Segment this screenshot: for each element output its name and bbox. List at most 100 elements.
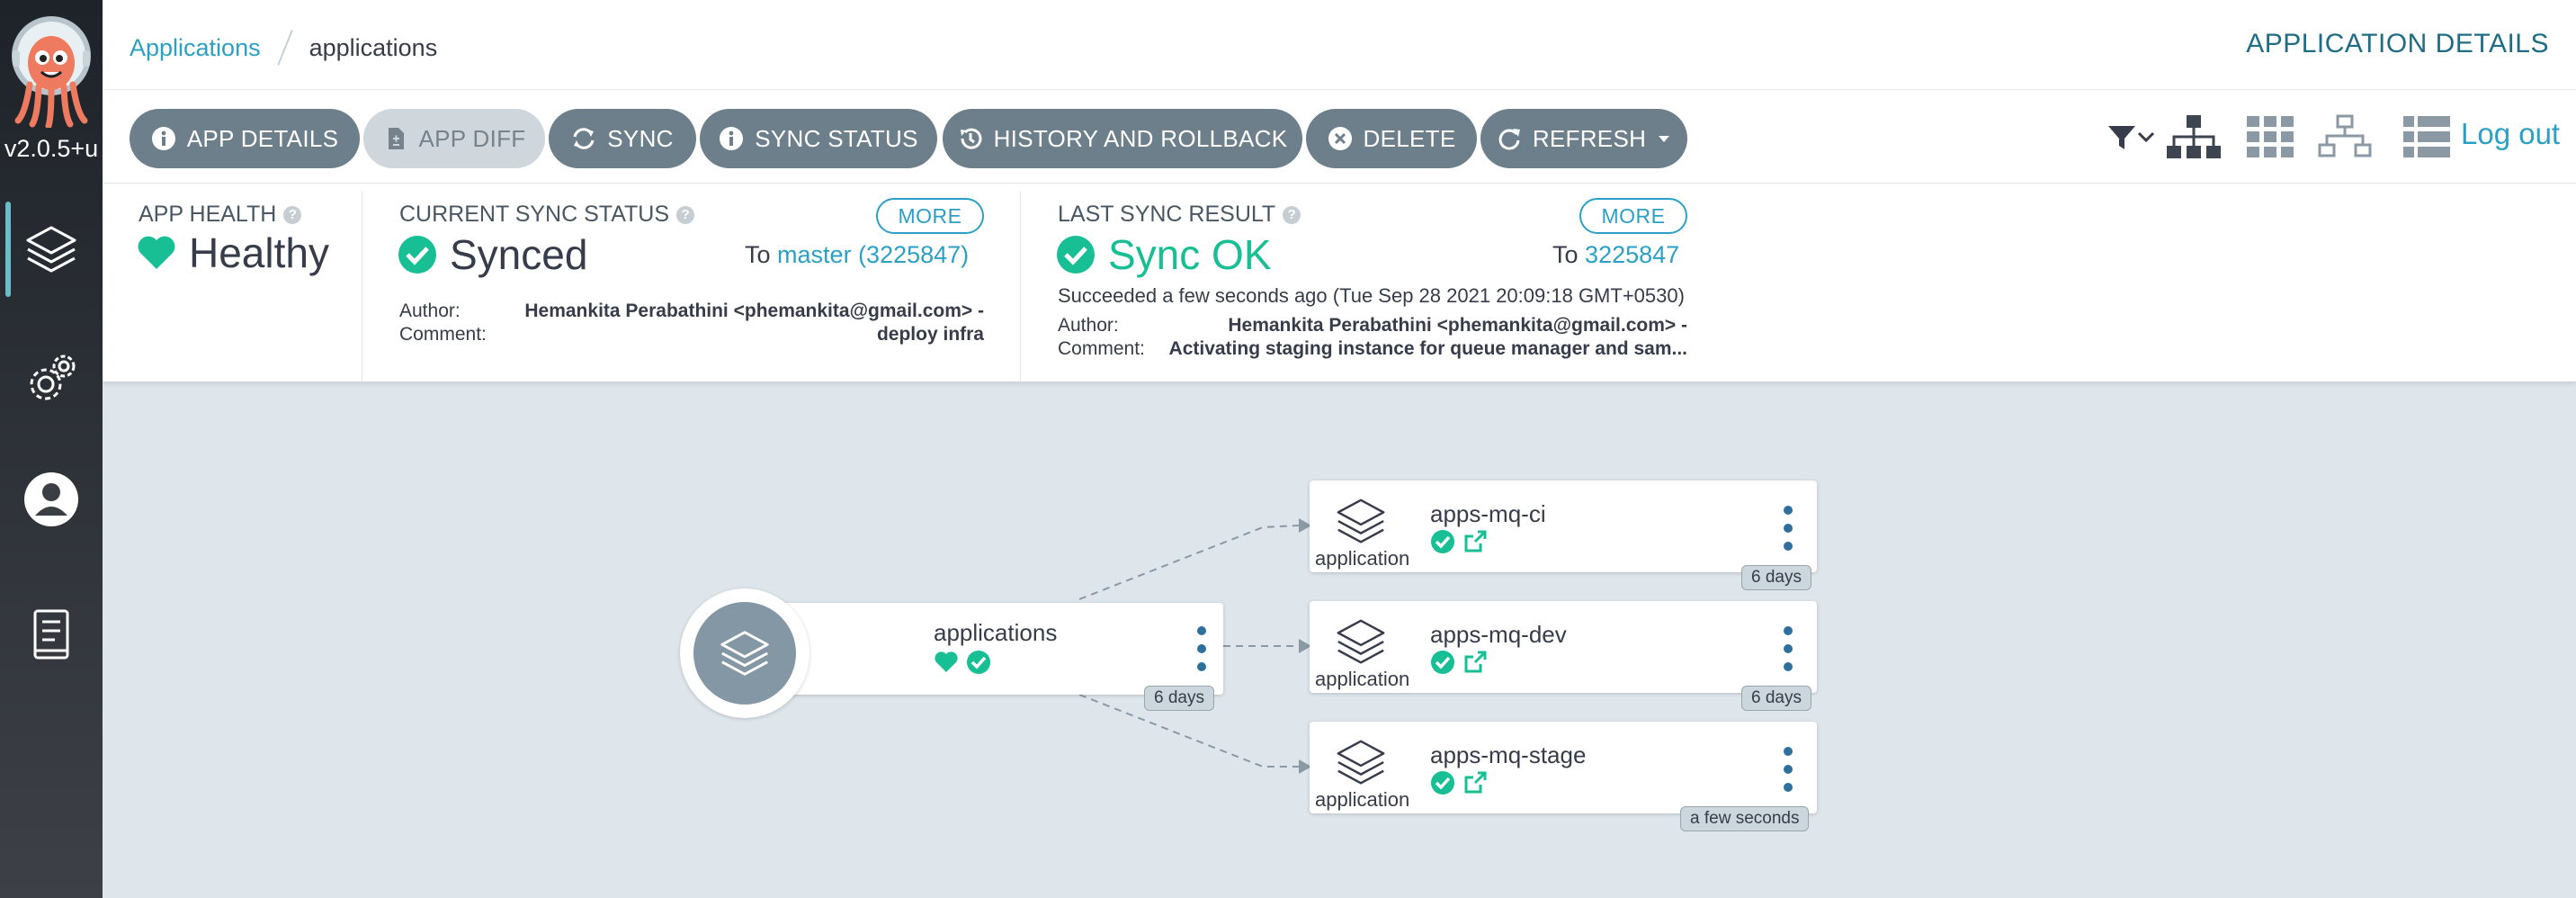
pods-view-button[interactable] xyxy=(2243,110,2297,164)
health-status-text: Healthy xyxy=(189,229,329,276)
sync-ok-text: Sync OK xyxy=(1108,231,1272,278)
app-diff-label: APP DIFF xyxy=(418,124,526,152)
last-sync-revision-link[interactable]: 3225847 xyxy=(1585,241,1679,268)
info-icon xyxy=(151,127,175,150)
to-prefix: To xyxy=(745,241,771,268)
argo-logo[interactable] xyxy=(7,14,95,130)
sidebar-item-docs[interactable] xyxy=(0,585,103,684)
check-circle-icon xyxy=(1431,651,1454,674)
check-circle-icon xyxy=(398,236,436,274)
toolbar: APP DETAILS APP DIFF SYNC SYNC STATUS HI… xyxy=(103,90,2576,184)
sync-status-heading-label: CURRENT SYNC STATUS xyxy=(399,202,670,227)
child-app-menu-button[interactable] xyxy=(1777,506,1799,551)
redo-icon xyxy=(1498,129,1520,150)
child-app-status-icons xyxy=(1430,650,1488,675)
sync-label: SYNC xyxy=(607,124,674,152)
sync-button[interactable]: SYNC xyxy=(549,109,696,168)
layers-icon xyxy=(1337,619,1385,664)
breadcrumb-applications-link[interactable]: Applications xyxy=(130,34,261,62)
child-app-status-icons xyxy=(1430,770,1488,795)
layers-icon xyxy=(720,631,769,676)
refresh-label: REFRESH xyxy=(1532,124,1647,152)
help-icon[interactable]: ? xyxy=(1283,205,1301,224)
top-header: Applications applications APPLICATION DE… xyxy=(103,0,2576,90)
delete-button[interactable]: DELETE xyxy=(1306,109,1477,168)
sidebar: v2.0.5+u xyxy=(0,0,103,898)
sync-more-button[interactable]: MORE xyxy=(876,198,984,234)
sidebar-item-applications[interactable] xyxy=(0,200,103,299)
sync-icon xyxy=(573,128,595,149)
root-app-node[interactable]: applications xyxy=(745,603,1223,695)
layers-icon xyxy=(1337,740,1385,785)
root-app-menu-button[interactable] xyxy=(1191,626,1212,671)
history-label: HISTORY AND ROLLBACK xyxy=(993,124,1288,152)
synced-text: Synced xyxy=(450,231,588,278)
comment-label: Comment: xyxy=(399,324,487,345)
child-app-kind: application xyxy=(1315,668,1410,690)
child-app-status-icons xyxy=(1430,529,1488,554)
child-app-name: apps-mq-ci xyxy=(1430,500,1546,527)
last-sync-succeeded: Succeeded a few seconds ago (Tue Sep 28 … xyxy=(1058,284,1685,307)
child-app-age-badge: 6 days xyxy=(1741,565,1811,590)
network-view-button[interactable] xyxy=(2315,110,2375,164)
child-app-age-badge: 6 days xyxy=(1741,686,1811,711)
logout-link[interactable]: Log out xyxy=(2461,117,2560,151)
filter-dropdown[interactable] xyxy=(2105,110,2159,164)
help-icon[interactable]: ? xyxy=(676,205,695,224)
history-rollback-button[interactable]: HISTORY AND ROLLBACK xyxy=(943,109,1302,168)
status-panel: APP HEALTH ? Healthy CURRENT SYNC STATUS… xyxy=(103,184,2576,382)
to-prefix: To xyxy=(1552,241,1579,268)
child-app-menu-button[interactable] xyxy=(1777,626,1799,671)
child-app-name: apps-mq-dev xyxy=(1430,621,1567,648)
app-details-label: APP DETAILS xyxy=(186,124,339,152)
refresh-button[interactable]: REFRESH xyxy=(1480,109,1687,168)
delete-label: DELETE xyxy=(1363,124,1456,152)
times-circle-icon xyxy=(1328,127,1352,150)
sidebar-item-settings[interactable] xyxy=(0,329,103,428)
layers-icon xyxy=(1337,498,1385,543)
sync-target-revision-link[interactable]: master (3225847) xyxy=(777,241,969,268)
child-app-node[interactable]: application apps-mq-ci xyxy=(1310,480,1817,572)
resource-tree-graph: applications 6 days application apps-mq-… xyxy=(103,382,2576,898)
author-value: Hemankita Perabathini <phemankita@gmail.… xyxy=(524,301,984,321)
external-link-icon[interactable] xyxy=(1462,650,1488,675)
list-icon xyxy=(2403,116,2450,157)
sync-status-button[interactable]: SYNC STATUS xyxy=(700,109,937,168)
grid-icon xyxy=(2247,116,2294,157)
child-app-age-badge: a few seconds xyxy=(1680,806,1810,831)
root-app-icon xyxy=(680,588,809,718)
child-app-node[interactable]: application apps-mq-stage xyxy=(1310,722,1817,813)
app-health-label: APP HEALTH xyxy=(139,202,277,227)
list-view-button[interactable] xyxy=(2400,110,2454,164)
app-diff-button[interactable]: APP DIFF xyxy=(363,109,545,168)
root-app-name: applications xyxy=(934,619,1058,646)
last-sync-heading-label: LAST SYNC RESULT xyxy=(1058,202,1276,227)
heart-icon xyxy=(138,236,175,269)
check-circle-icon xyxy=(1431,530,1454,553)
app-details-button[interactable]: APP DETAILS xyxy=(130,109,360,168)
sidebar-item-user[interactable] xyxy=(0,450,103,549)
help-icon[interactable]: ? xyxy=(283,205,302,224)
history-icon xyxy=(960,128,982,149)
gears-icon xyxy=(30,355,76,400)
external-link-icon[interactable] xyxy=(1462,770,1488,795)
app-health-heading: APP HEALTH ? xyxy=(139,202,302,228)
sync-status-value: Synced xyxy=(398,230,587,279)
author-label: Author: xyxy=(399,301,461,321)
child-app-node[interactable]: application apps-mq-dev xyxy=(1310,601,1817,693)
root-app-status-icons xyxy=(934,650,991,675)
last-sync-more-button[interactable]: MORE xyxy=(1579,198,1687,234)
sync-target: To master (3225847) xyxy=(745,241,969,269)
root-app-age-badge: 6 days xyxy=(1144,686,1214,711)
app-health-value: Healthy xyxy=(137,229,329,277)
tree-view-button[interactable] xyxy=(2162,110,2225,164)
version-label: v2.0.5+u xyxy=(4,135,99,162)
check-circle-icon xyxy=(1431,771,1454,795)
last-sync-heading: LAST SYNC RESULT ? xyxy=(1058,202,1301,228)
child-app-menu-button[interactable] xyxy=(1777,747,1799,792)
breadcrumb-separator xyxy=(276,30,293,66)
child-app-kind: application xyxy=(1315,788,1410,811)
last-comment-value: Activating staging instance for queue ma… xyxy=(1168,338,1687,359)
external-link-icon[interactable] xyxy=(1462,529,1488,554)
user-icon xyxy=(24,472,78,526)
